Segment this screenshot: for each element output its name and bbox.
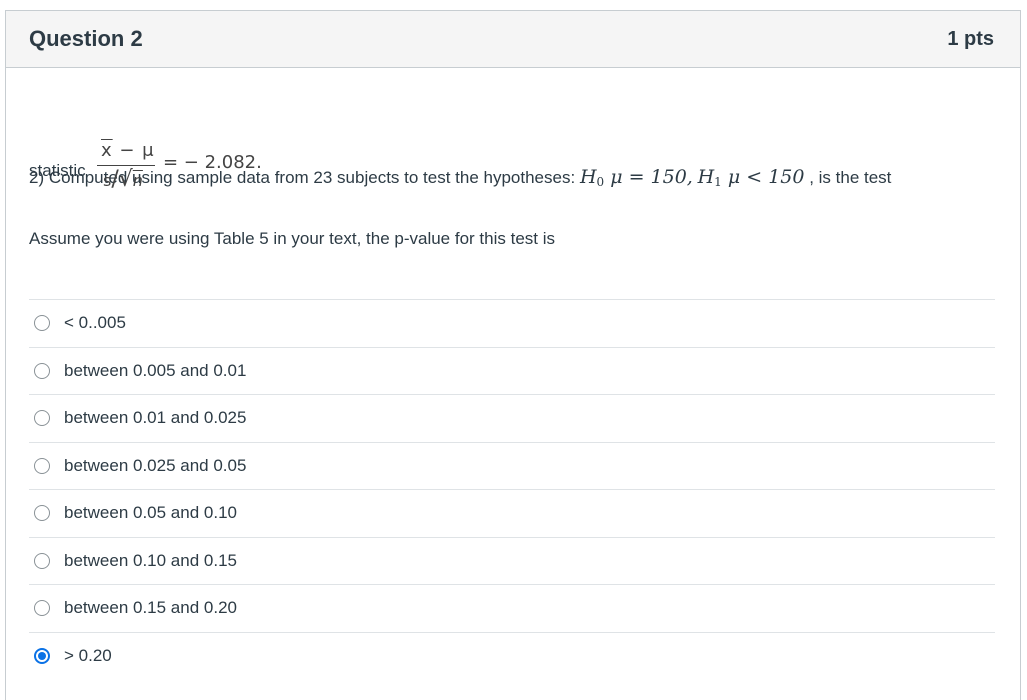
answer-label: between 0.005 and 0.01	[64, 360, 247, 380]
radio-unchecked-icon[interactable]	[34, 457, 50, 474]
answer-option[interactable]: between 0.10 and 0.15	[29, 536, 995, 585]
answer-option[interactable]: between 0.005 and 0.01	[29, 346, 995, 395]
test-statistic: statistic x − μ s/√n = − 2.082.	[29, 140, 629, 211]
radio-checked-icon[interactable]	[34, 647, 50, 664]
radio-unchecked-icon[interactable]	[34, 552, 50, 569]
answer-option[interactable]: < 0..005	[29, 299, 995, 347]
radio-unchecked-icon[interactable]	[34, 505, 50, 522]
answer-option[interactable]: between 0.01 and 0.025	[29, 394, 995, 442]
radio-unchecked-icon[interactable]	[34, 315, 50, 332]
answer-option[interactable]: > 0.20	[29, 631, 995, 680]
formula-numerator: x − μ	[101, 140, 155, 161]
answer-option[interactable]: between 0.15 and 0.20	[29, 584, 995, 632]
question-text-tail: , is the test	[809, 168, 892, 187]
question-title: Question 2	[29, 26, 143, 51]
answer-label: < 0..005	[64, 313, 126, 333]
answer-option[interactable]: between 0.05 and 0.10	[29, 489, 995, 537]
answer-option[interactable]: between 0.025 and 0.05	[29, 441, 995, 490]
answer-label: between 0.10 and 0.15	[64, 550, 237, 570]
statistic-value: = − 2.082.	[163, 152, 262, 173]
question-prompt: Assume you were using Table 5 in your te…	[29, 229, 556, 248]
answer-label: > 0.20	[64, 645, 112, 665]
question-header: Question 2 1 pts	[6, 11, 1020, 68]
formula-denominator: s/√n	[103, 167, 143, 192]
answer-label: between 0.15 and 0.20	[64, 598, 237, 618]
statistic-label: statistic	[29, 161, 86, 180]
answer-label: between 0.025 and 0.05	[64, 455, 247, 475]
fraction-bar	[97, 165, 155, 166]
answer-list: < 0..005 between 0.005 and 0.01 between …	[29, 299, 995, 679]
statistic-formula: x − μ s/√n	[97, 140, 157, 203]
radio-unchecked-icon[interactable]	[34, 362, 50, 379]
answer-label: between 0.01 and 0.025	[64, 408, 247, 428]
answer-label: between 0.05 and 0.10	[64, 503, 237, 523]
radio-unchecked-icon[interactable]	[34, 410, 50, 427]
hypothesis-h1: H1 μ < 150	[697, 166, 805, 189]
question-points: 1 pts	[947, 27, 994, 50]
radio-unchecked-icon[interactable]	[34, 600, 50, 617]
question-card: Question 2 1 pts 2) Computed using sampl…	[5, 10, 1021, 700]
